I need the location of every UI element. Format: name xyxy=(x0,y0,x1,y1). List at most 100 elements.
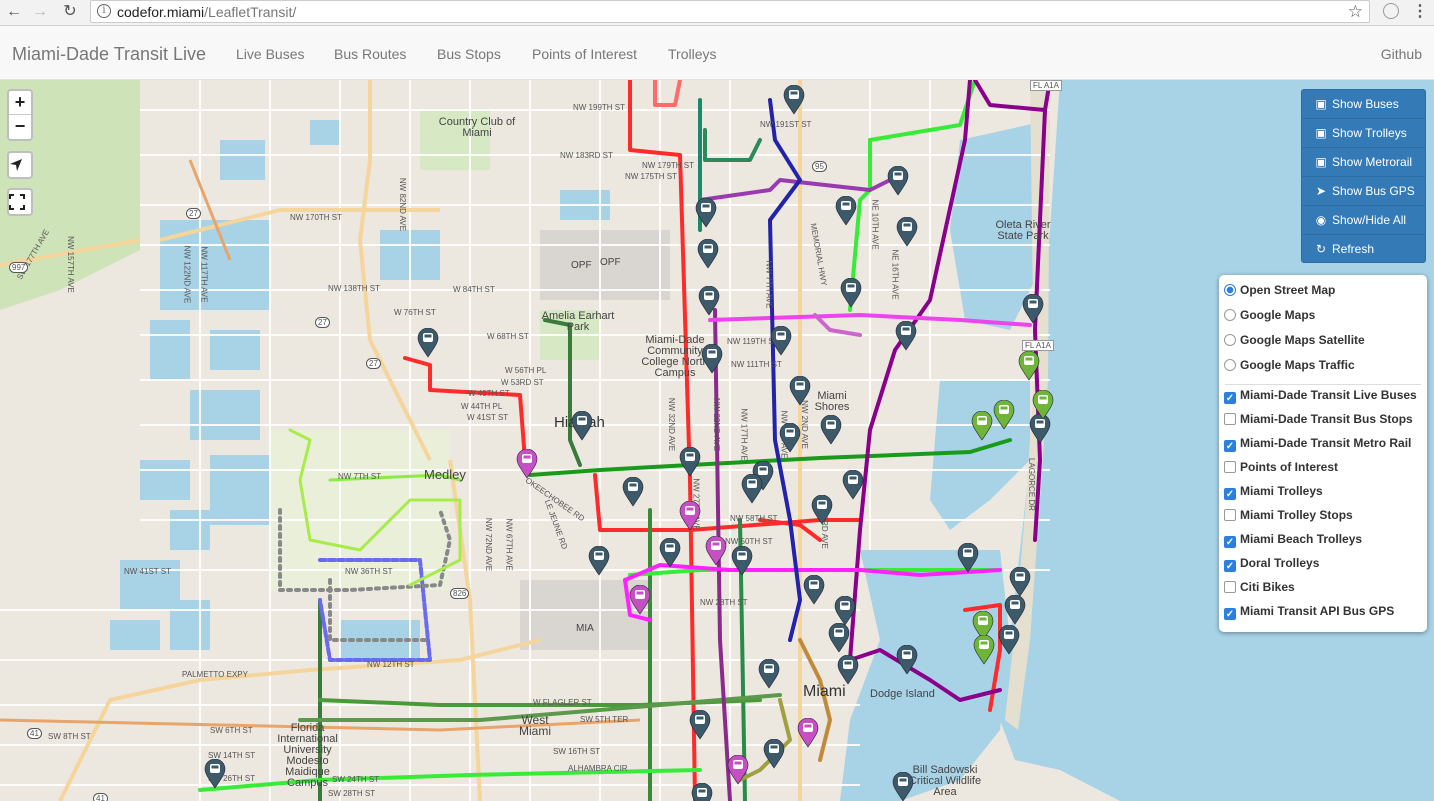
bus-marker[interactable] xyxy=(998,625,1020,655)
bus-marker[interactable] xyxy=(842,470,864,500)
overlay-option[interactable]: ✓ Doral Trolleys xyxy=(1224,556,1319,578)
bus-marker[interactable] xyxy=(811,495,833,525)
radio[interactable] xyxy=(1224,359,1236,371)
nav-github[interactable]: Github xyxy=(1381,46,1422,62)
bus-marker[interactable] xyxy=(803,575,825,605)
back-arrow-icon[interactable]: ← xyxy=(4,2,24,22)
bus-marker[interactable] xyxy=(957,543,979,573)
menu-kebab-icon[interactable]: ⋮ xyxy=(1412,1,1428,21)
checkbox-checked[interactable]: ✓ xyxy=(1224,392,1236,404)
trolley-marker[interactable] xyxy=(516,449,538,479)
trolley-marker[interactable] xyxy=(705,536,727,566)
brand[interactable]: Miami-Dade Transit Live xyxy=(12,44,206,65)
reload-icon[interactable]: ↻ xyxy=(60,2,80,22)
bus-marker[interactable] xyxy=(887,166,909,196)
bus-marker[interactable] xyxy=(698,286,720,316)
bus-marker[interactable] xyxy=(731,546,753,576)
bus-marker[interactable] xyxy=(679,447,701,477)
bus-marker[interactable] xyxy=(763,739,785,769)
show-trolleys-button[interactable]: ▣ Show Trolleys xyxy=(1302,119,1425,148)
bus-marker[interactable] xyxy=(695,198,717,228)
show-metrorail-button[interactable]: ▣ Show Metrorail xyxy=(1302,148,1425,177)
trolley-marker[interactable] xyxy=(679,501,701,531)
checkbox-checked[interactable]: ✓ xyxy=(1224,536,1236,548)
base-layer-option[interactable]: Google Maps Satellite xyxy=(1224,333,1365,355)
radio[interactable] xyxy=(1224,334,1236,346)
forward-arrow-icon[interactable]: → xyxy=(30,2,50,22)
nav-live-buses[interactable]: Live Buses xyxy=(236,46,304,62)
checkbox-checked[interactable]: ✓ xyxy=(1224,608,1236,620)
bus-marker[interactable] xyxy=(779,423,801,453)
base-layer-option[interactable]: Open Street Map xyxy=(1224,283,1335,305)
show-hide-all-button[interactable]: ◉ Show/Hide All xyxy=(1302,206,1425,235)
bus-marker[interactable] xyxy=(701,344,723,374)
checkbox[interactable] xyxy=(1224,581,1236,593)
bus-marker[interactable] xyxy=(892,772,914,801)
bookmark-star-icon[interactable]: ☆ xyxy=(1348,2,1363,22)
base-layer-option[interactable]: Google Maps xyxy=(1224,308,1315,330)
overlay-option[interactable]: ✓ Miami Transit API Bus GPS xyxy=(1224,604,1394,626)
zoom-out-button[interactable]: − xyxy=(9,115,31,139)
nav-bus-stops[interactable]: Bus Stops xyxy=(437,46,501,62)
overlay-option[interactable]: ✓ Miami Beach Trolleys xyxy=(1224,532,1362,554)
fullscreen-button[interactable] xyxy=(7,188,33,216)
show-buses-button[interactable]: ▣ Show Buses xyxy=(1302,90,1425,119)
bus-marker[interactable] xyxy=(896,217,918,247)
info-icon[interactable]: i xyxy=(97,4,111,18)
bus-marker[interactable] xyxy=(789,376,811,406)
bus-marker[interactable] xyxy=(783,85,805,115)
bus-marker[interactable] xyxy=(659,538,681,568)
bus-marker[interactable] xyxy=(828,623,850,653)
refresh-button[interactable]: ↻ Refresh xyxy=(1302,235,1425,264)
bus-marker[interactable] xyxy=(571,411,593,441)
bus-marker[interactable] xyxy=(837,655,859,685)
checkbox-checked[interactable]: ✓ xyxy=(1224,488,1236,500)
bus-marker[interactable] xyxy=(758,659,780,689)
overlay-option[interactable]: Citi Bikes xyxy=(1224,580,1295,602)
metrorail-marker[interactable] xyxy=(1032,390,1054,420)
trolley-marker[interactable] xyxy=(629,585,651,615)
bus-marker[interactable] xyxy=(417,328,439,358)
bus-marker[interactable] xyxy=(588,546,610,576)
show-bus-gps-button[interactable]: ➤ Show Bus GPS xyxy=(1302,177,1425,206)
bus-marker[interactable] xyxy=(834,596,856,626)
bus-marker[interactable] xyxy=(1009,567,1031,597)
metrorail-marker[interactable] xyxy=(971,411,993,441)
zoom-in-button[interactable]: + xyxy=(9,91,31,115)
base-layer-option[interactable]: Google Maps Traffic xyxy=(1224,358,1355,380)
bus-marker[interactable] xyxy=(840,278,862,308)
checkbox[interactable] xyxy=(1224,413,1236,425)
bus-marker[interactable] xyxy=(697,239,719,269)
metrorail-marker[interactable] xyxy=(1018,351,1040,381)
bus-marker[interactable] xyxy=(689,710,711,740)
bus-marker[interactable] xyxy=(204,759,226,789)
overlay-option[interactable]: ✓ Miami-Dade Transit Metro Rail xyxy=(1224,436,1411,458)
bus-marker[interactable] xyxy=(1022,294,1044,324)
metrorail-marker[interactable] xyxy=(973,635,995,665)
bus-marker[interactable] xyxy=(835,196,857,226)
bus-marker[interactable] xyxy=(820,415,842,445)
nav-bus-routes[interactable]: Bus Routes xyxy=(334,46,406,62)
bus-marker[interactable] xyxy=(770,326,792,356)
locate-button[interactable] xyxy=(7,151,33,179)
url-bar[interactable]: i codefor.miami/LeafletTransit/ ☆ xyxy=(90,0,1370,23)
checkbox[interactable] xyxy=(1224,509,1236,521)
checkbox[interactable] xyxy=(1224,461,1236,473)
overlay-option[interactable]: ✓ Miami-Dade Transit Live Buses xyxy=(1224,388,1417,410)
extension-icon[interactable] xyxy=(1383,3,1399,19)
overlay-option[interactable]: Miami-Dade Transit Bus Stops xyxy=(1224,412,1413,434)
bus-marker[interactable] xyxy=(622,477,644,507)
radio[interactable] xyxy=(1224,309,1236,321)
checkbox-checked[interactable]: ✓ xyxy=(1224,440,1236,452)
overlay-option[interactable]: ✓ Miami Trolleys xyxy=(1224,484,1323,506)
overlay-option[interactable]: Points of Interest xyxy=(1224,460,1338,482)
bus-marker[interactable] xyxy=(741,474,763,504)
trolley-marker[interactable] xyxy=(727,755,749,785)
url-text[interactable]: codefor.miami/LeafletTransit/ xyxy=(117,4,296,20)
overlay-option[interactable]: Miami Trolley Stops xyxy=(1224,508,1353,530)
bus-marker[interactable] xyxy=(691,783,713,801)
trolley-marker[interactable] xyxy=(797,718,819,748)
radio-selected[interactable] xyxy=(1224,284,1236,296)
bus-marker[interactable] xyxy=(896,645,918,675)
checkbox-checked[interactable]: ✓ xyxy=(1224,560,1236,572)
